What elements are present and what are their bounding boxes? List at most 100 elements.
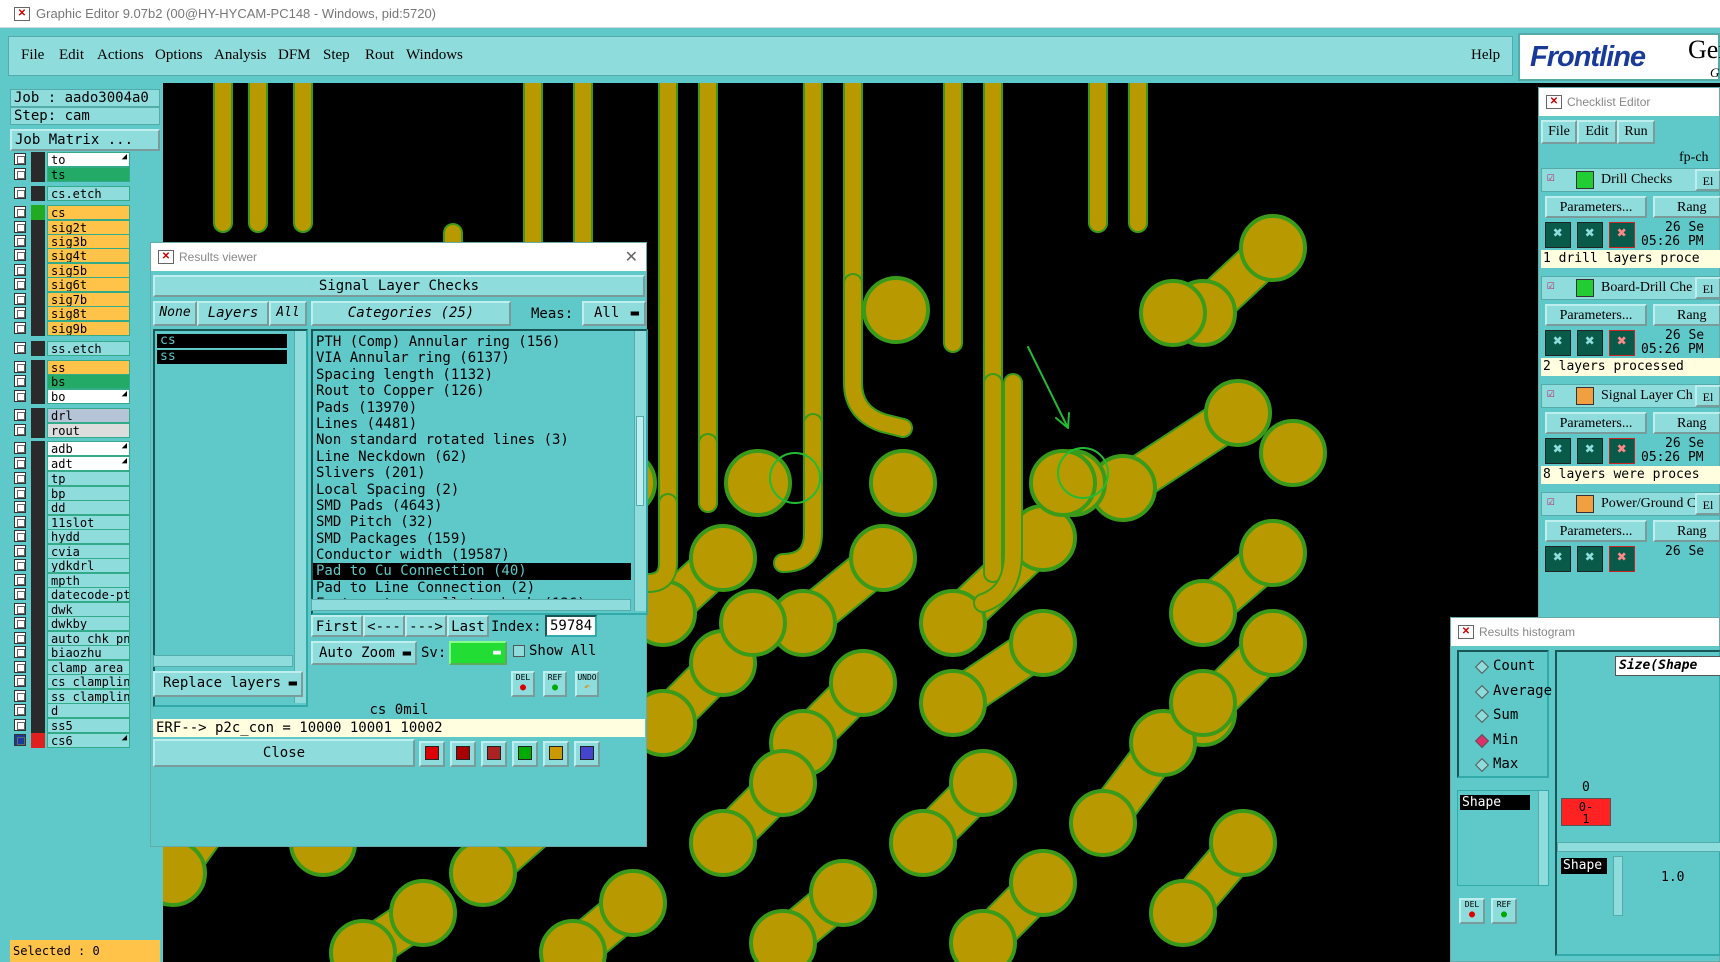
layer-list-hscroll[interactable] [153,655,293,667]
category-item[interactable]: Non standard rotated lines (3) [313,432,631,448]
layer-name[interactable]: sig6t [47,277,130,292]
parameters-button[interactable]: Parameters... [1545,520,1647,542]
layer-checkbox[interactable] [14,264,26,276]
layer-row-drl[interactable]: drl [14,408,130,423]
none-button[interactable]: None [153,301,197,326]
layer-row-cvia[interactable]: cvia [14,544,130,559]
layer-checkbox[interactable] [14,704,26,716]
action-el-button[interactable]: El [1695,385,1720,407]
layer-row-11slot[interactable]: 11slot [14,515,130,530]
layer-checkbox[interactable] [14,559,26,571]
layer-name[interactable]: ss5 [47,718,130,733]
layer-checkbox[interactable] [14,249,26,261]
stop-icon[interactable]: ✖ [1609,222,1635,248]
layer-checkbox[interactable] [14,661,26,673]
layer-checkbox[interactable] [14,719,26,731]
layer-checkbox[interactable] [14,307,26,319]
layer-name[interactable]: ss [47,360,130,375]
first-button[interactable]: First [311,615,363,637]
layer-name[interactable]: mpth [47,573,130,588]
layer-row-dwkby[interactable]: dwkby [14,616,130,631]
layer-name[interactable]: ydkdrl [47,558,130,573]
layer-name[interactable]: ss.etch [47,341,130,356]
layer-row-rout[interactable]: rout [14,423,130,438]
layer-checkbox[interactable] [14,574,26,586]
run-step-icon[interactable]: ✖ [1577,546,1603,572]
category-list[interactable]: PTH (Comp) Annular ring (156) VIA Annular… [311,329,648,615]
checkmark-icon[interactable]: ☑ [1547,386,1555,401]
range-button[interactable]: Rang [1653,520,1720,542]
prev-button[interactable]: <--- [363,615,405,637]
layer-name[interactable]: clamp_area [47,660,130,675]
report-icon[interactable] [512,741,538,767]
layer-checkbox[interactable] [14,206,26,218]
close-icon[interactable]: ✕ [625,247,638,267]
layer-checkbox[interactable] [14,734,26,746]
run-icon[interactable]: ✖ [1545,222,1571,248]
layer-checkbox[interactable] [14,168,26,180]
menu-options[interactable]: Options [155,47,203,64]
category-item[interactable]: Local Spacing (2) [313,482,631,498]
layer-checkbox[interactable] [14,472,26,484]
layer-name[interactable]: datecode-pt [47,587,130,602]
delete-icon[interactable] [481,741,507,767]
layer-name[interactable]: sig3b [47,234,130,249]
layer-name[interactable]: hydd [47,529,130,544]
run-icon[interactable]: ✖ [1545,546,1571,572]
layer-checkbox[interactable] [14,293,26,305]
category-item[interactable]: PTH (Comp) Annular ring (156) [313,334,631,350]
layer-row-hydd[interactable]: hydd [14,529,130,544]
scroll-thumb[interactable] [636,416,644,506]
action-el-button[interactable]: El [1695,277,1720,299]
layer-name[interactable]: dd [47,500,130,515]
layer-result-list[interactable]: cs ss [153,329,308,707]
all-button[interactable]: All [269,301,307,326]
meas-dropdown[interactable]: All ▬ [582,301,646,326]
ce-menu-run[interactable]: Run [1617,120,1655,144]
ref-button[interactable]: REF ● [543,671,567,697]
category-item[interactable]: Slivers (201) [313,465,631,481]
layer-row-tp[interactable]: tp [14,471,130,486]
layer-name[interactable]: rout [47,423,130,438]
layer-name[interactable]: sig5b [47,263,130,278]
layer-row-adt[interactable]: adt ◢ [14,456,130,471]
stop-icon[interactable]: ✖ [1609,546,1635,572]
layer-checkbox[interactable] [14,409,26,421]
ce-menu-file[interactable]: File [1541,120,1577,144]
category-item[interactable]: VIA Annular ring (6137) [313,350,631,366]
layer-name[interactable]: sig2t [47,220,130,235]
layer-row-auto_chk_pn[interactable]: auto_chk_pn [14,631,130,646]
layer-row-cs6[interactable]: cs6 ◢ [14,733,130,748]
layer-name[interactable]: biaozhu [47,645,130,660]
layer-row-ss[interactable]: ss [14,360,130,375]
layer-name[interactable]: ts [47,167,130,182]
layer-row-bp[interactable]: bp [14,486,130,501]
layer-checkbox[interactable] [14,278,26,290]
index-input[interactable]: 59784 [545,615,597,637]
category-item[interactable]: Conductor width (19587) [313,547,631,563]
layer-name[interactable]: to [47,152,130,167]
layer-row-ydkdrl[interactable]: ydkdrl [14,558,130,573]
range-button[interactable]: Rang [1653,196,1720,218]
histogram-hscroll[interactable] [1557,842,1720,852]
menu-file[interactable]: File [21,47,44,64]
layer-checkbox[interactable] [14,632,26,644]
chart-icon[interactable] [574,741,600,767]
layer-name[interactable]: drl [47,408,130,423]
layer-row-ts[interactable]: ts [14,167,130,182]
layer-checkbox[interactable] [14,375,26,387]
stop-icon[interactable]: ✖ [1609,438,1635,464]
hist-ref-button[interactable]: REF ● [1491,898,1517,924]
layer-row-datecode-pt[interactable]: datecode-pt [14,587,130,602]
radio-sum[interactable]: Sum [1473,707,1553,729]
menu-rout[interactable]: Rout [365,47,394,64]
layer-name[interactable]: cs [47,205,130,220]
range-button[interactable]: Rang [1653,412,1720,434]
field-item[interactable]: Shape [1460,795,1530,810]
last-button[interactable]: Last [447,615,489,637]
layers-button[interactable]: Layers [197,301,269,326]
layer-row-cs.etch[interactable]: cs.etch [14,186,130,201]
layer-name[interactable]: bp [47,486,130,501]
ce-menu-edit[interactable]: Edit [1577,120,1617,144]
radio-count[interactable]: Count [1473,658,1553,680]
